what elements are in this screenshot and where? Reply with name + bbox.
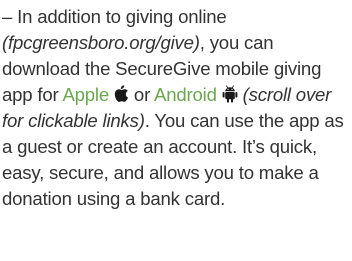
give-url-text: (fpcgreensboro.org/give) (2, 32, 200, 53)
leading-dash: – (2, 6, 13, 27)
giving-paragraph: – In addition to giving online (fpcgreen… (0, 0, 352, 212)
or-text: or (128, 84, 155, 105)
android-app-link[interactable]: Android (154, 84, 217, 105)
intro-text: In addition to giving online (12, 6, 227, 27)
apple-app-link[interactable]: Apple (62, 84, 109, 105)
apple-logo-icon (114, 85, 129, 103)
android-robot-icon (222, 85, 238, 103)
